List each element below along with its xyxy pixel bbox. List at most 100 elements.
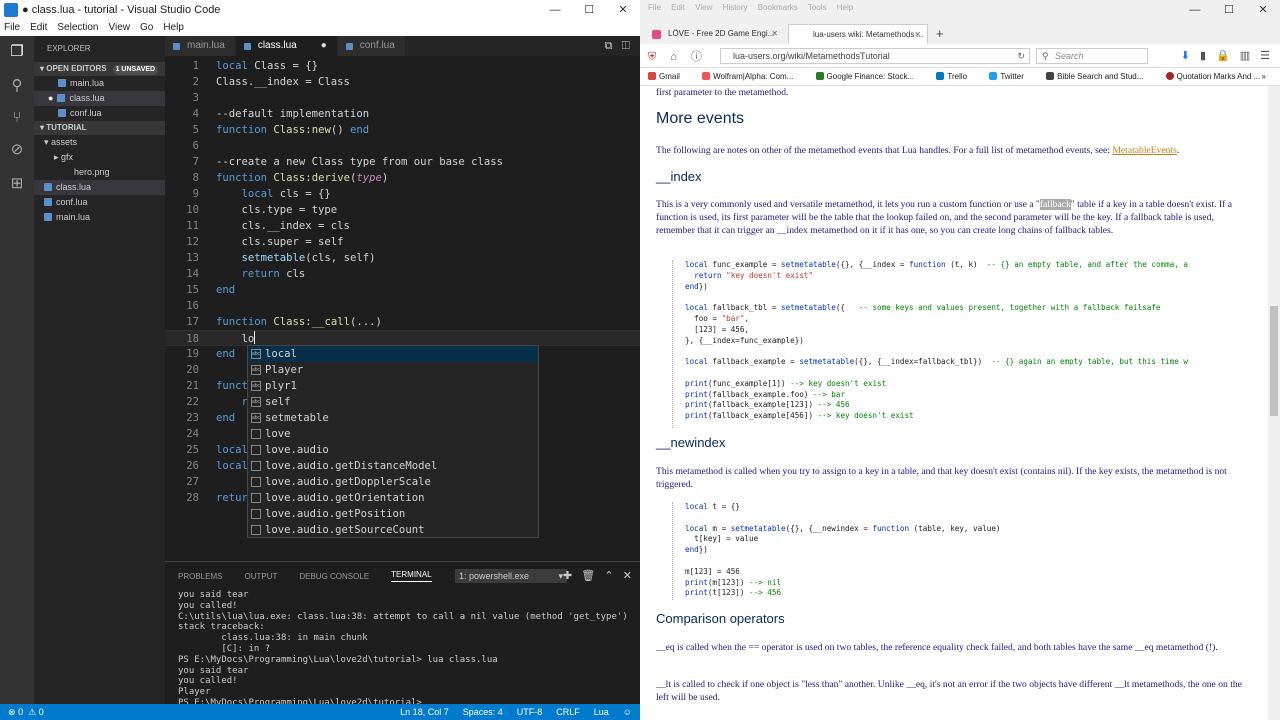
search-icon[interactable]: ⚲ — [9, 78, 25, 94]
open-editor-conf[interactable]: conf.lua — [34, 106, 165, 121]
tab-terminal[interactable]: TERMINAL — [391, 570, 432, 582]
suggestion-item[interactable]: love.audio.getSourceCount — [248, 522, 538, 538]
language-mode[interactable]: Lua — [594, 704, 609, 720]
hamburger-menu-icon[interactable]: ☰ — [1260, 50, 1270, 62]
browser-tab-lua-users[interactable]: lua-users wiki: Metamethods ... ✕ — [788, 24, 928, 44]
tab-debug-console[interactable]: DEBUG CONSOLE — [299, 572, 369, 581]
bookmark-gmail[interactable]: Gmail — [648, 72, 690, 81]
tree-file-conf[interactable]: conf.lua — [34, 195, 165, 210]
bookmark-wolfram[interactable]: Wolfram|Alpha: Com... — [702, 72, 803, 81]
files-icon[interactable]: ❐ — [9, 44, 25, 60]
tree-folder-gfx[interactable]: ▸ gfx — [34, 150, 165, 165]
suggestion-item[interactable]: love.audio.getDistanceModel — [248, 458, 538, 474]
suggestion-item[interactable]: love.audio.getOrientation — [248, 490, 538, 506]
shield-icon[interactable]: ⛨ — [648, 51, 656, 63]
tab-output[interactable]: OUTPUT — [244, 572, 277, 581]
chevron-up-icon[interactable]: ⌃ — [604, 570, 613, 582]
close-tab-icon[interactable]: ✕ — [914, 25, 921, 45]
maximize-icon[interactable]: ☐ — [1212, 0, 1246, 20]
menu-bookmarks[interactable]: Bookmarks — [758, 3, 798, 12]
open-changes-icon[interactable]: ⧉ — [605, 40, 613, 52]
reload-icon[interactable]: ↻ — [1017, 49, 1025, 63]
close-icon[interactable]: ✕ — [1246, 0, 1280, 20]
menu-go[interactable]: Go — [140, 20, 153, 36]
text-icon: abc — [251, 413, 261, 423]
bookmark-trello[interactable]: Trello — [936, 72, 977, 81]
close-tab-icon[interactable]: ✕ — [771, 24, 778, 44]
new-tab-icon[interactable]: + — [936, 26, 944, 41]
tab-main[interactable]: main.lua — [165, 36, 235, 56]
terminal-select[interactable]: 1: powershell.exe ▾ — [455, 569, 567, 583]
metatable-events-link[interactable]: MetatableEvents — [1112, 145, 1176, 156]
url-bar[interactable]: lua-users.org/wiki/MetamethodsTutorial ↻ — [720, 48, 1030, 64]
suggestion-item[interactable]: abc plyr1 — [248, 378, 538, 394]
problems-status[interactable]: ⊗ 0 ⚠ 0 — [8, 704, 44, 720]
menu-help[interactable]: Help — [163, 20, 184, 36]
suggestion-item[interactable]: love.audio.getDopplerScale — [248, 474, 538, 490]
menu-edit[interactable]: Edit — [30, 20, 47, 36]
more-bookmarks-icon[interactable]: » — [1262, 68, 1266, 86]
suggestion-item[interactable]: love.audio.getPosition — [248, 506, 538, 522]
suggestion-item[interactable]: abc Player — [248, 362, 538, 378]
extensions-icon[interactable]: ⊞ — [9, 176, 25, 192]
open-editors-header[interactable]: ▾ OPEN EDITORS 1 UNSAVED — [34, 62, 165, 76]
bookmark-bible[interactable]: Bible Search and Stud... — [1046, 72, 1153, 81]
minimize-icon[interactable]: — — [1178, 0, 1212, 20]
close-icon[interactable]: ✕ — [606, 0, 640, 20]
browser-tab-love[interactable]: LÖVE - Free 2D Game Engi... ✕ — [644, 24, 784, 44]
menu-file[interactable]: File — [4, 20, 20, 36]
open-editor-main[interactable]: main.lua — [34, 76, 165, 91]
split-editor-icon[interactable]: ◫ — [622, 40, 630, 52]
trash-icon[interactable]: 🗑 — [581, 570, 595, 582]
encoding[interactable]: UTF-8 — [517, 704, 543, 720]
download-icon[interactable]: ⬇ — [1181, 50, 1190, 62]
debug-icon[interactable]: ⊘ — [9, 142, 25, 158]
suggestion-item[interactable]: abc self — [248, 394, 538, 410]
indentation[interactable]: Spaces: 4 — [463, 704, 503, 720]
menu-help[interactable]: Help — [837, 3, 853, 12]
tutorial-header[interactable]: ▾ TUTORIAL — [34, 121, 165, 135]
terminal-output[interactable]: you said tear you called! C:\utils\lua\lua… — [165, 590, 640, 709]
bookmark-icon[interactable]: ▮ — [1200, 50, 1206, 62]
open-editor-class[interactable]: ● class.lua — [34, 91, 165, 106]
search-input[interactable]: ⚲ Search — [1036, 48, 1148, 64]
minimize-icon[interactable]: — — [538, 0, 572, 20]
source-control-icon[interactable]: ⑂ — [9, 110, 25, 126]
tab-conf[interactable]: conf.lua — [337, 36, 405, 56]
bookmark-quotation[interactable]: Quotation Marks And ... — [1165, 72, 1271, 81]
suggestion-item[interactable]: abc setmetable — [248, 410, 538, 426]
cursor-position[interactable]: Ln 18, Col 7 — [400, 704, 449, 720]
bookmark-google-finance[interactable]: Google Finance: Stock... — [815, 72, 925, 81]
tree-file-class[interactable]: class.lua — [34, 180, 165, 195]
unsaved-dot-icon[interactable]: ● — [321, 40, 327, 51]
tree-file-main[interactable]: main.lua — [34, 210, 165, 225]
suggestion-item[interactable]: love — [248, 426, 538, 442]
suggestion-item[interactable]: love.audio — [248, 442, 538, 458]
tab-problems[interactable]: PROBLEMS — [178, 572, 222, 581]
menu-view[interactable]: View — [109, 20, 131, 36]
menu-history[interactable]: History — [723, 3, 748, 12]
tab-class[interactable]: class.lua ● — [235, 36, 337, 56]
tree-file-hero[interactable]: hero.png — [34, 165, 165, 180]
line-number: 20 — [186, 364, 199, 376]
lock-icon[interactable]: 🔒 — [1216, 50, 1230, 62]
menu-edit[interactable]: Edit — [671, 3, 685, 12]
menu-file[interactable]: File — [648, 3, 661, 12]
close-panel-icon[interactable]: ✕ — [623, 570, 632, 582]
bookmark-twitter[interactable]: Twitter — [989, 72, 1034, 81]
suggestion-item[interactable]: abc local — [248, 346, 538, 362]
add-icon[interactable]: ✚ — [563, 570, 572, 582]
line-number: 7 — [192, 156, 199, 168]
end-of-line[interactable]: CRLF — [556, 704, 580, 720]
menu-tools[interactable]: Tools — [808, 3, 827, 12]
tree-folder-assets[interactable]: ▾ assets — [34, 135, 165, 150]
maximize-icon[interactable]: ☐ — [572, 0, 606, 20]
info-icon[interactable]: ⓘ — [691, 51, 702, 63]
smiley-icon[interactable]: ☺ — [623, 704, 632, 720]
menu-view[interactable]: View — [695, 3, 712, 12]
home-icon[interactable]: ⌂ — [670, 51, 677, 63]
menu-selection[interactable]: Selection — [57, 20, 98, 36]
page-scrollbar[interactable] — [1268, 86, 1280, 720]
library-icon[interactable]: ▥ — [1240, 50, 1250, 62]
scrollbar-thumb[interactable] — [1270, 306, 1278, 416]
